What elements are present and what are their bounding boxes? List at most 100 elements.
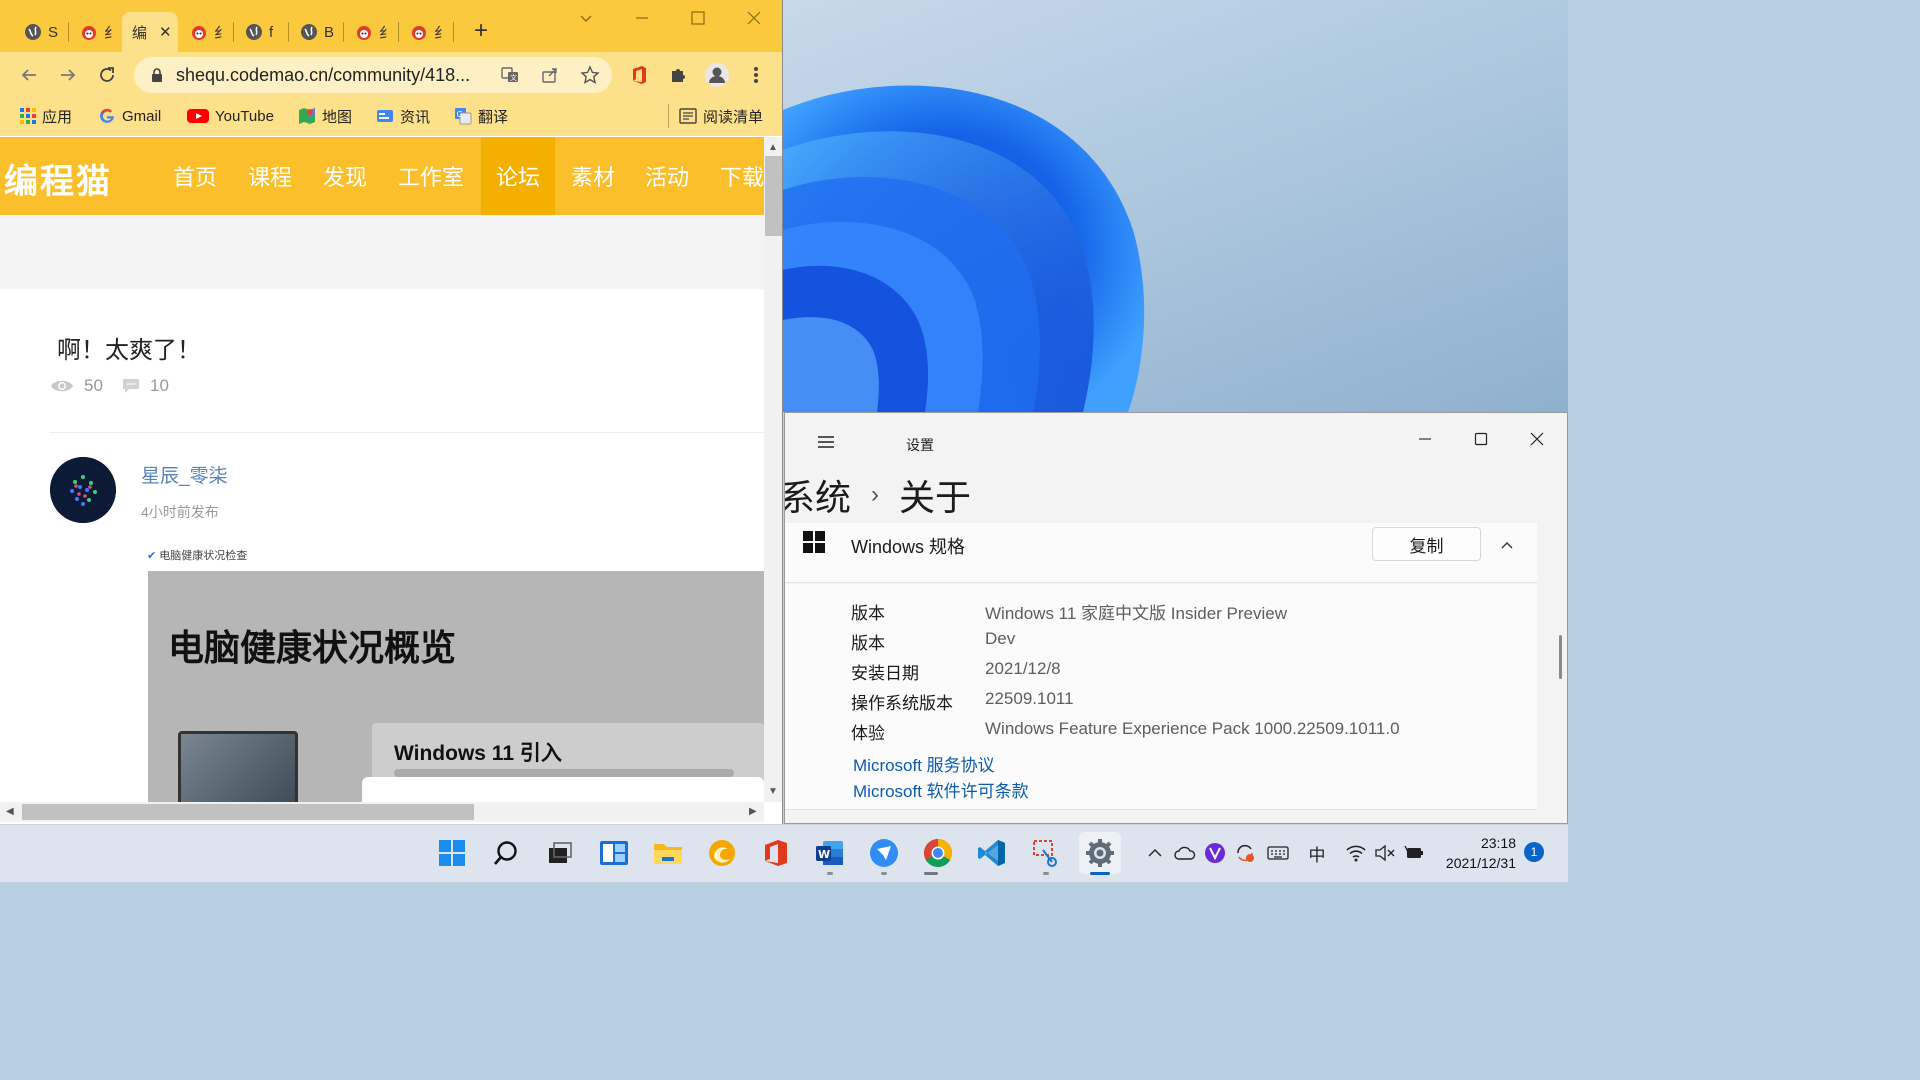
translate-page-icon[interactable]: 文: [500, 65, 520, 85]
nav-courses[interactable]: 课程: [235, 137, 305, 215]
settings-icon[interactable]: [1079, 832, 1121, 874]
extensions-puzzle-icon[interactable]: [665, 62, 691, 88]
profile-avatar-icon[interactable]: [704, 62, 730, 88]
bookmark-gmail[interactable]: Gmail: [98, 104, 161, 128]
copy-button[interactable]: 复制: [1372, 527, 1481, 561]
search-icon[interactable]: [485, 832, 527, 874]
spec-value[interactable]: Dev: [985, 629, 1015, 649]
chevron-up-icon[interactable]: [1144, 840, 1166, 866]
tab-3-label: 编: [132, 24, 148, 42]
feishu-icon[interactable]: [863, 832, 905, 874]
scroll-up-icon[interactable]: ▲: [768, 142, 778, 153]
onedrive-icon[interactable]: [1174, 840, 1196, 866]
tab-7[interactable]: 纟: [345, 12, 397, 52]
reload-icon[interactable]: [94, 62, 120, 88]
chrome-icon[interactable]: [917, 832, 959, 874]
file-explorer-icon[interactable]: [647, 832, 689, 874]
codemao-cat-icon: [190, 23, 208, 41]
battery-charging-icon[interactable]: [1404, 840, 1426, 866]
scroll-left-icon[interactable]: ◀: [6, 806, 14, 817]
tab-3-active[interactable]: 编 ✕: [122, 12, 178, 52]
ime-indicator[interactable]: 中: [1306, 840, 1328, 866]
breadcrumb-system[interactable]: 系统: [785, 469, 851, 521]
tab-separator: [343, 22, 344, 42]
forward-icon[interactable]: [55, 62, 81, 88]
hamburger-menu-icon[interactable]: [813, 429, 839, 455]
office-icon[interactable]: [755, 832, 797, 874]
minimize-icon[interactable]: [1411, 425, 1439, 453]
volume-muted-icon[interactable]: [1374, 840, 1396, 866]
bookmark-youtube[interactable]: YouTube: [187, 104, 274, 128]
author-name-link[interactable]: 星辰_零柒: [141, 461, 228, 488]
close-window-icon[interactable]: [744, 8, 764, 28]
nav-home[interactable]: 首页: [160, 137, 230, 215]
tab-4-label: 纟: [214, 24, 230, 42]
bookmark-star-icon[interactable]: [580, 65, 600, 85]
minimize-icon[interactable]: [632, 8, 652, 28]
keyboard-icon[interactable]: [1267, 840, 1289, 866]
snipping-tool-icon[interactable]: [1025, 832, 1067, 874]
settings-scrollbar[interactable]: [1559, 635, 1562, 679]
nav-discover[interactable]: 发现: [310, 137, 380, 215]
back-icon[interactable]: [16, 62, 42, 88]
widgets-icon[interactable]: [593, 832, 635, 874]
notification-badge[interactable]: 1: [1524, 842, 1544, 862]
bookmark-news[interactable]: 资讯: [376, 104, 430, 128]
spec-value[interactable]: 22509.1011: [985, 689, 1074, 709]
settings-window: 设置 系统 › 关于 Windows 规格 复制 版本 Windows 11 家…: [784, 412, 1568, 824]
address-bar[interactable]: shequ.codemao.cn/community/418... 文: [134, 57, 612, 93]
vscode-icon[interactable]: [971, 832, 1013, 874]
clock[interactable]: 23:18 2021/12/31: [1440, 833, 1516, 873]
spec-key: 版本: [851, 634, 885, 653]
spec-value[interactable]: 2021/12/8: [985, 659, 1061, 679]
edge-canary-icon[interactable]: [701, 832, 743, 874]
reading-list-button[interactable]: 阅读清单: [679, 104, 763, 128]
tab-4[interactable]: 纟: [180, 12, 232, 52]
nav-materials[interactable]: 素材: [558, 137, 628, 215]
license-terms-link[interactable]: Microsoft 软件许可条款: [853, 777, 1029, 802]
wifi-icon[interactable]: [1345, 840, 1367, 866]
codemao-cat-icon: [355, 23, 373, 41]
tab-2[interactable]: 纟: [70, 12, 120, 52]
close-window-icon[interactable]: [1523, 425, 1551, 453]
spec-value[interactable]: Windows Feature Experience Pack 1000.225…: [985, 719, 1400, 739]
nav-download[interactable]: 下载: [706, 137, 764, 215]
bookmark-translate[interactable]: G 翻译: [454, 104, 508, 128]
breadcrumb-about: 关于: [899, 477, 972, 518]
spec-value[interactable]: Windows 11 家庭中文版 Insider Preview: [985, 599, 1287, 624]
scroll-right-icon[interactable]: ▶: [749, 806, 757, 817]
vertical-scrollbar-thumb[interactable]: [765, 156, 782, 236]
scroll-down-icon[interactable]: ▼: [768, 786, 778, 797]
vertical-scrollbar[interactable]: [764, 137, 782, 802]
chevron-up-icon[interactable]: [1493, 531, 1521, 559]
bookmark-divider: [668, 104, 669, 128]
share-icon[interactable]: [540, 65, 560, 85]
chrome-menu-icon[interactable]: [743, 62, 769, 88]
services-agreement-link[interactable]: Microsoft 服务协议: [853, 751, 995, 776]
embedded-screenshot-caption: ✔ 电脑健康状况检查: [147, 547, 764, 571]
new-tab-button[interactable]: +: [468, 17, 494, 44]
maximize-icon[interactable]: [1467, 425, 1495, 453]
maximize-icon[interactable]: [688, 8, 708, 28]
close-tab-icon[interactable]: ✕: [159, 23, 172, 41]
nav-events[interactable]: 活动: [632, 137, 702, 215]
task-view-icon[interactable]: [539, 832, 581, 874]
tab-8[interactable]: 纟: [400, 12, 452, 52]
tab-search-icon[interactable]: [576, 8, 596, 28]
author-avatar[interactable]: [50, 457, 116, 523]
codemao-logo[interactable]: 编程猫: [4, 154, 112, 203]
bookmark-apps[interactable]: 应用: [20, 104, 72, 128]
bookmark-maps[interactable]: 地图: [298, 104, 352, 128]
nav-forum-active[interactable]: 论坛: [481, 137, 555, 215]
tab-5[interactable]: f: [235, 12, 287, 52]
tab-1[interactable]: S: [14, 12, 66, 52]
start-icon[interactable]: [431, 832, 473, 874]
tab-6[interactable]: B: [290, 12, 342, 52]
url-text: shequ.codemao.cn/community/418...: [176, 65, 471, 85]
purple-app-icon[interactable]: [1204, 840, 1226, 866]
office-extension-icon[interactable]: [626, 62, 652, 88]
horizontal-scrollbar-thumb[interactable]: [22, 804, 474, 820]
nav-studio[interactable]: 工作室: [385, 137, 477, 215]
sync-icon[interactable]: [1234, 840, 1256, 866]
word-icon[interactable]: W: [809, 832, 851, 874]
